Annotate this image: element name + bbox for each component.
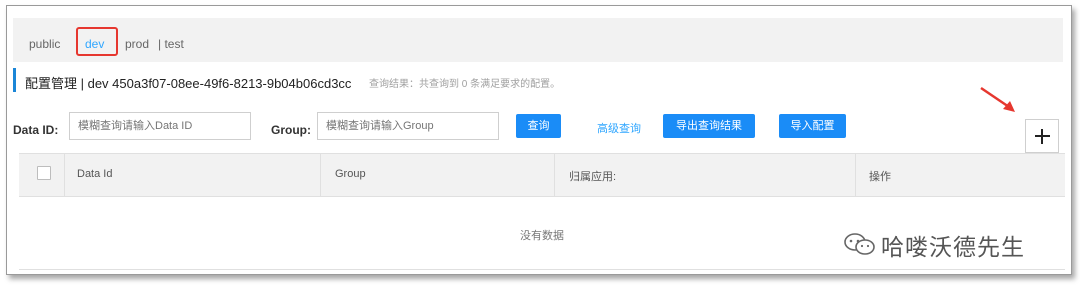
query-result-hint: 查询结果：共查询到 0 条满足要求的配置。	[369, 79, 561, 90]
group-label: Group:	[271, 123, 311, 137]
title-accent-bar	[13, 68, 16, 92]
watermark-text: 哈喽沃德先生	[881, 235, 1025, 261]
data-id-label: Data ID:	[13, 123, 59, 137]
column-divider	[320, 154, 321, 196]
namespace-test[interactable]: | test	[158, 37, 184, 51]
import-config-button[interactable]: 导入配置	[779, 114, 846, 138]
search-button[interactable]: 查询	[516, 114, 561, 138]
column-header-data-id[interactable]: Data Id	[77, 168, 112, 180]
data-id-input[interactable]	[69, 112, 251, 140]
page-header: 配置管理 | dev 450a3f07-08ee-49f6-8213-9b04b…	[13, 68, 913, 92]
group-input[interactable]	[317, 112, 499, 140]
column-header-group[interactable]: Group	[335, 168, 366, 180]
column-header-actions: 操作	[869, 171, 891, 183]
red-arrow-icon	[980, 86, 1015, 112]
table-header: Data Id Group 归属应用: 操作	[19, 153, 1065, 197]
advanced-search-link[interactable]: 高级查询	[597, 120, 641, 136]
column-divider	[554, 154, 555, 196]
namespace-bar: public dev prod | test	[13, 18, 1063, 62]
column-divider	[855, 154, 856, 196]
highlight-box	[76, 27, 118, 56]
namespace-public[interactable]: public	[29, 37, 60, 51]
column-header-app[interactable]: 归属应用:	[569, 168, 616, 184]
add-config-button[interactable]	[1025, 119, 1059, 153]
select-all-checkbox[interactable]	[37, 166, 51, 180]
config-page-frame: public dev prod | test 配置管理 | dev 450a3f…	[6, 5, 1072, 275]
column-divider	[64, 154, 65, 196]
wechat-icon	[844, 233, 875, 255]
export-results-button[interactable]: 导出查询结果	[663, 114, 755, 138]
page-title: 配置管理 | dev 450a3f07-08ee-49f6-8213-9b04b…	[25, 76, 352, 91]
namespace-prod[interactable]: prod	[125, 37, 149, 51]
